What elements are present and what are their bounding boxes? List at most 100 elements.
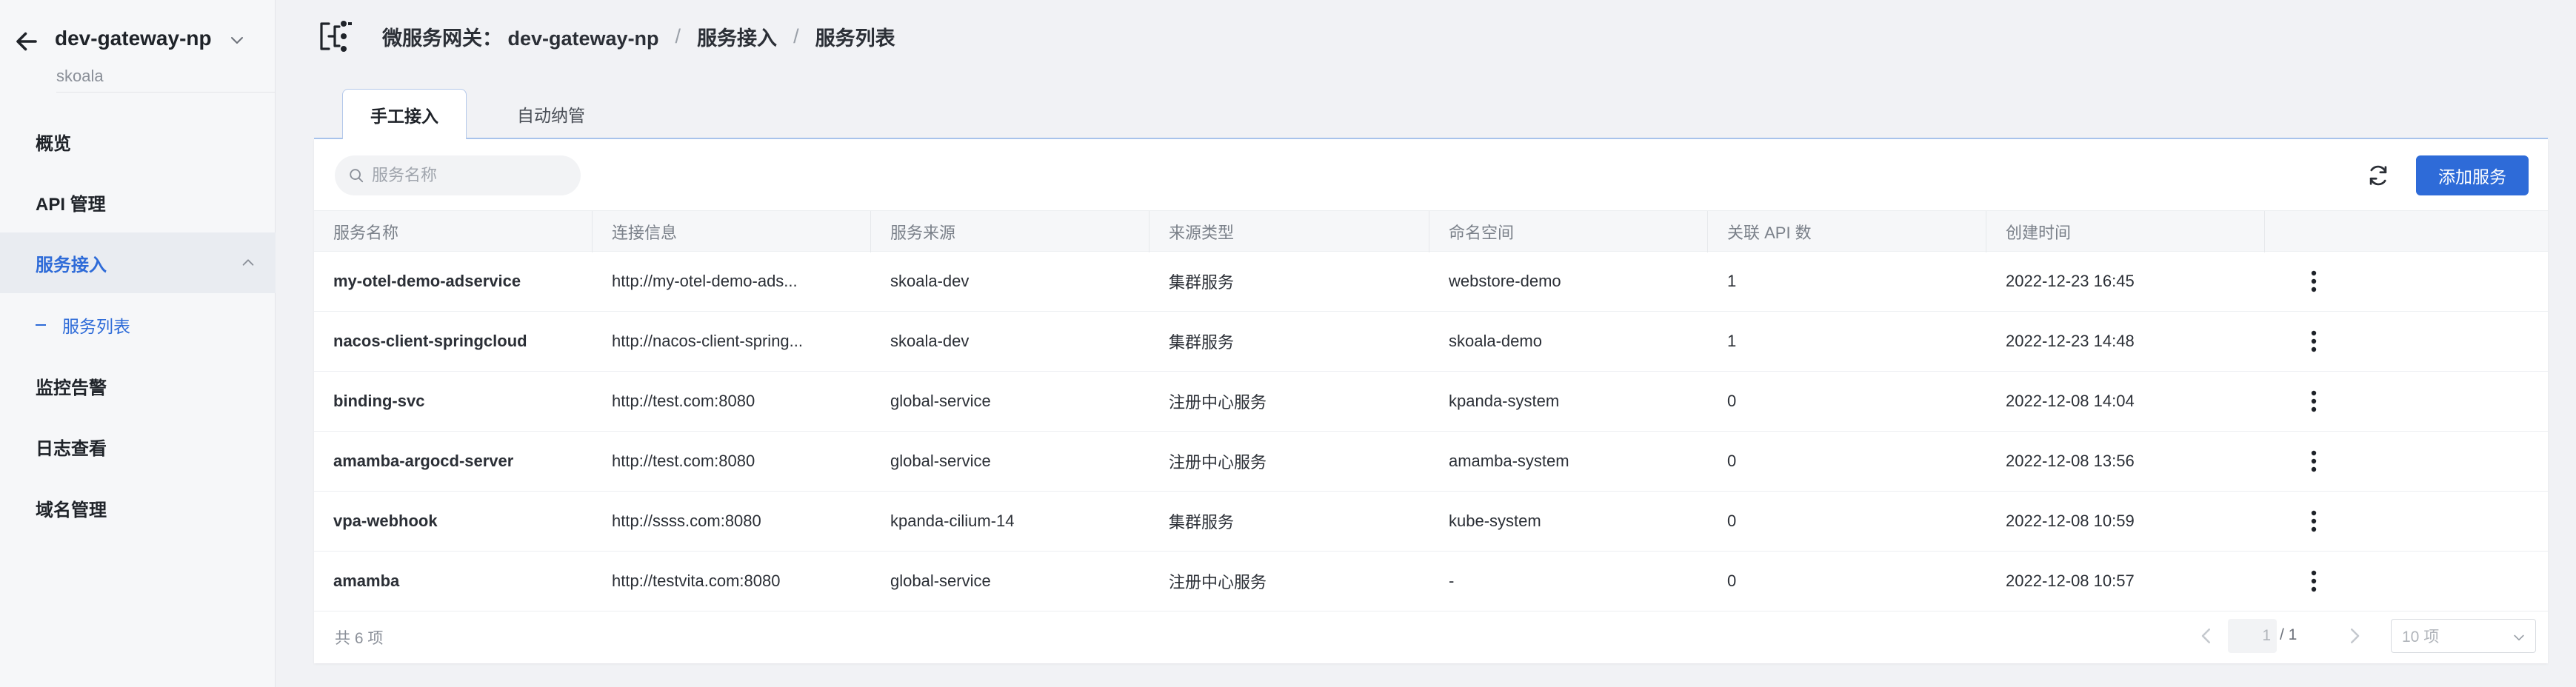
connection-info: http://test.com:8080 — [612, 392, 755, 410]
connection-info: http://test.com:8080 — [612, 452, 755, 470]
breadcrumb-section[interactable]: 服务接入 — [697, 22, 777, 51]
service-name[interactable]: my-otel-demo-adservice — [314, 252, 593, 311]
table-row: my-otel-demo-adservice http://my-otel-de… — [314, 252, 2548, 312]
search-box[interactable] — [335, 155, 581, 195]
source-type: 注册中心服务 — [1169, 393, 1267, 412]
refresh-button[interactable] — [2363, 160, 2394, 191]
api-count: 0 — [1727, 572, 1737, 590]
service-name[interactable]: amamba-argocd-server — [314, 432, 593, 491]
page-size-select[interactable]: 10 项 — [2391, 619, 2536, 653]
search-input[interactable] — [372, 166, 564, 185]
chevron-down-icon[interactable] — [228, 31, 246, 49]
sidebar-subitem-service-list[interactable]: 服务列表 — [0, 299, 276, 351]
sidebar-item-label: API 管理 — [36, 194, 106, 215]
sidebar-item-logs[interactable]: 日志查看 — [0, 416, 276, 477]
namespace: - — [1449, 572, 1455, 590]
page-total: / 1 — [2280, 626, 2298, 643]
api-count: 1 — [1727, 332, 1737, 350]
table-row: vpa-webhook http://ssss.com:8080 kpanda-… — [314, 492, 2548, 552]
source-type: 注册中心服务 — [1169, 573, 1267, 592]
api-count: 0 — [1727, 392, 1737, 410]
service-source: global-service — [890, 392, 991, 410]
column-header — [2265, 211, 2548, 252]
sidebar-item-label: 域名管理 — [36, 500, 107, 520]
service-name[interactable]: nacos-client-springcloud — [314, 312, 593, 371]
service-source: skoala-dev — [890, 272, 970, 290]
service-name[interactable]: binding-svc — [314, 372, 593, 431]
more-vertical-icon — [2311, 330, 2317, 352]
arrow-left-icon[interactable] — [13, 28, 40, 55]
sidebar-item-monitoring[interactable]: 监控告警 — [0, 355, 276, 416]
chevron-left-icon[interactable] — [2195, 625, 2218, 647]
chevron-down-icon — [2514, 634, 2524, 641]
table-row: nacos-client-springcloud http://nacos-cl… — [314, 312, 2548, 372]
more-actions-button[interactable] — [2299, 566, 2329, 596]
created-time: 2022-12-08 10:59 — [2006, 512, 2135, 530]
sidebar: dev-gateway-np skoala 概览 API 管理 服务接入 服务列… — [0, 0, 276, 687]
namespace: amamba-system — [1449, 452, 1569, 470]
service-name[interactable]: amamba — [314, 552, 593, 611]
table-row: amamba http://testvita.com:8080 global-s… — [314, 552, 2548, 611]
service-name[interactable]: vpa-webhook — [314, 492, 593, 551]
created-time: 2022-12-08 10:57 — [2006, 572, 2135, 590]
api-count: 0 — [1727, 512, 1737, 530]
service-source: global-service — [890, 452, 991, 470]
row-actions-cell — [2265, 552, 2548, 611]
chevron-up-icon — [242, 259, 254, 266]
created-time: 2022-12-23 14:48 — [2006, 332, 2135, 350]
refresh-icon — [2369, 165, 2387, 186]
source-type: 集群服务 — [1169, 333, 1235, 352]
row-actions-cell — [2265, 372, 2548, 431]
tab-auto-managed[interactable]: 自动纳管 — [489, 89, 613, 139]
column-header: 连接信息 — [593, 211, 871, 252]
service-source: global-service — [890, 572, 991, 590]
service-source: kpanda-cilium-14 — [890, 512, 1015, 530]
more-actions-button[interactable] — [2299, 267, 2329, 296]
sidebar-item-overview[interactable]: 概览 — [0, 111, 276, 172]
more-actions-button[interactable] — [2299, 446, 2329, 476]
more-vertical-icon — [2311, 390, 2317, 412]
more-actions-button[interactable] — [2299, 326, 2329, 356]
row-actions-cell — [2265, 492, 2548, 551]
row-actions-cell — [2265, 312, 2548, 371]
breadcrumb: 微服务网关： dev-gateway-np / 服务接入 / 服务列表 — [382, 22, 895, 51]
app-switcher[interactable]: dev-gateway-np skoala — [0, 0, 276, 89]
breadcrumb-separator: / — [793, 25, 799, 47]
service-list-card: 添加服务 服务名称 连接信息 服务来源 来源类型 命名空间 关联 API 数 创… — [314, 139, 2548, 663]
sidebar-item-label: 服务列表 — [62, 317, 130, 336]
sidebar-item-label: 监控告警 — [36, 378, 107, 398]
column-header: 创建时间 — [1986, 211, 2265, 252]
breadcrumb-gateway[interactable]: 微服务网关： dev-gateway-np — [382, 22, 659, 51]
namespace: kube-system — [1449, 512, 1541, 530]
namespace: kpanda-system — [1449, 392, 1560, 410]
source-type: 集群服务 — [1169, 273, 1235, 292]
source-type: 集群服务 — [1169, 513, 1235, 532]
more-actions-button[interactable] — [2299, 506, 2329, 536]
sidebar-item-label: 日志查看 — [36, 438, 107, 459]
more-actions-button[interactable] — [2299, 386, 2329, 416]
connection-info: http://ssss.com:8080 — [612, 512, 761, 530]
page-number-input[interactable]: 1 — [2228, 619, 2277, 653]
tab-manual-access[interactable]: 手工接入 — [342, 89, 467, 139]
connection-info: http://my-otel-demo-ads... — [612, 272, 798, 290]
row-actions-cell — [2265, 252, 2548, 311]
created-time: 2022-12-08 14:04 — [2006, 392, 2135, 410]
sidebar-divider — [56, 92, 276, 93]
microservice-icon — [320, 21, 352, 52]
page-size-value: 10 项 — [2402, 629, 2440, 646]
service-source: skoala-dev — [890, 332, 970, 350]
add-service-button[interactable]: 添加服务 — [2416, 155, 2529, 195]
namespace: skoala-demo — [1449, 332, 1542, 350]
table-row: amamba-argocd-server http://test.com:808… — [314, 432, 2548, 492]
row-actions-cell — [2265, 432, 2548, 491]
sidebar-item-service-access[interactable]: 服务接入 — [0, 232, 276, 293]
more-vertical-icon — [2311, 570, 2317, 592]
sidebar-item-domains[interactable]: 域名管理 — [0, 477, 276, 538]
sidebar-item-api-management[interactable]: API 管理 — [0, 172, 276, 232]
breadcrumb-page: 服务列表 — [815, 27, 895, 50]
chevron-right-icon[interactable] — [2343, 625, 2366, 647]
dash-icon — [36, 324, 46, 326]
table-row: binding-svc http://test.com:8080 global-… — [314, 372, 2548, 432]
breadcrumb-separator: / — [675, 25, 681, 47]
sidebar-item-label: 服务接入 — [36, 255, 107, 275]
